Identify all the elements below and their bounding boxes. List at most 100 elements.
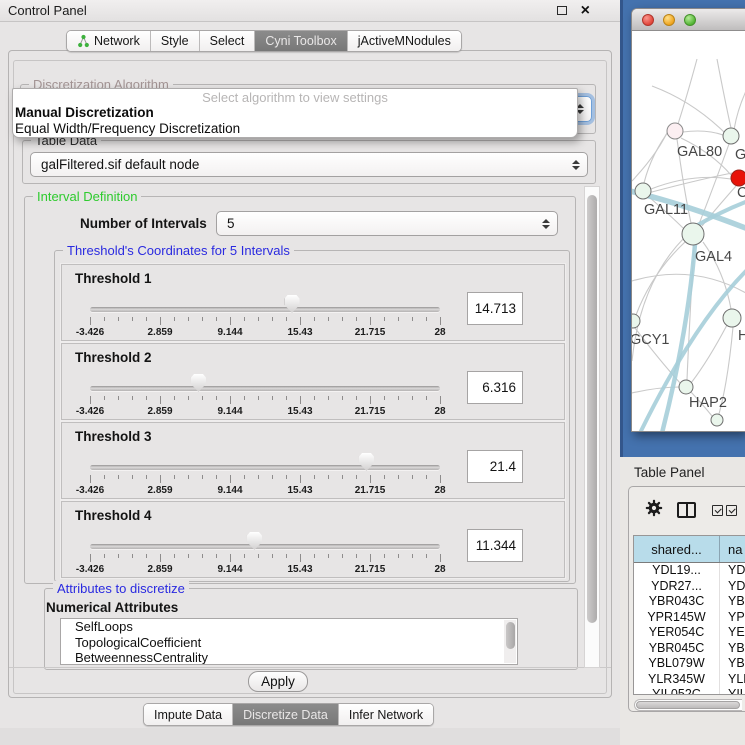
table-row[interactable]: YPR145WYPR1 [634, 610, 745, 626]
slider-track[interactable] [90, 386, 440, 391]
tab-jactivemnodules[interactable]: jActiveMNodules [348, 31, 461, 51]
number-of-intervals-label: Number of Intervals [80, 211, 207, 236]
attribute-item-selfloops[interactable]: SelfLoops [61, 619, 517, 635]
table-row[interactable]: YBL079WYBL0 [634, 656, 745, 672]
scrollbar-thumb[interactable] [587, 195, 597, 623]
tab-infer-network[interactable]: Infer Network [339, 704, 433, 725]
select-columns-icons[interactable] [712, 505, 737, 516]
network-node-green[interactable] [632, 314, 640, 328]
cell-shared-name: YER054C [634, 625, 720, 641]
column-header-shared-name[interactable]: shared... [634, 536, 720, 562]
zoom-traffic-light[interactable] [684, 14, 696, 26]
tab-label: Style [161, 34, 189, 48]
slider-tick-label: 15.43 [287, 564, 312, 575]
table-header: shared... na [634, 536, 745, 563]
tab-discretize-data[interactable]: Discretize Data [233, 704, 339, 725]
control-panel-scrollbar[interactable] [584, 186, 600, 668]
checkbox-icon[interactable] [726, 505, 737, 516]
thresholds-group: Threshold's Coordinates for 5 Intervals … [54, 250, 570, 582]
table-data-combo[interactable]: galFiltered.sif default node [30, 152, 588, 177]
slider-tick [426, 396, 427, 400]
slider-tick-label: 2.859 [147, 327, 172, 338]
table-row[interactable]: YDR27...YDR2 [634, 579, 745, 595]
threshold-value-field[interactable]: 6.316 [467, 371, 523, 404]
minimize-traffic-light[interactable] [663, 14, 675, 26]
cell-name: YER0 [720, 625, 745, 641]
slider-tick [174, 554, 175, 558]
node-label-gcy1: GCY1 [632, 332, 670, 348]
float-window-icon[interactable] [557, 6, 567, 15]
column-header-name[interactable]: na [720, 536, 745, 562]
table-row[interactable]: YBR043CYBR0 [634, 594, 745, 610]
table-row[interactable]: YBR045CYBR0 [634, 641, 745, 657]
table-row[interactable]: YER054CYER0 [634, 625, 745, 641]
slider-tick [160, 317, 161, 325]
network-edge[interactable] [632, 126, 670, 181]
threshold-value-field[interactable]: 21.4 [467, 450, 523, 483]
tab-network[interactable]: Network [67, 31, 151, 51]
slider-tick-label: 2.859 [147, 406, 172, 417]
number-of-intervals-combo[interactable]: 5 [216, 211, 558, 236]
tab-style[interactable]: Style [151, 31, 200, 51]
slider-tick [286, 554, 287, 558]
tab-impute-data[interactable]: Impute Data [144, 704, 233, 725]
slider-track[interactable] [90, 307, 440, 312]
slider-tick [244, 475, 245, 479]
algorithm-option-manual-discretization[interactable]: Manual Discretization [13, 105, 577, 121]
table-row[interactable]: YDL19...YDL1 [634, 563, 745, 579]
checkbox-icon[interactable] [712, 505, 723, 516]
attribute-item-betweennesscentrality[interactable]: BetweennessCentrality [61, 650, 517, 665]
slider-tick-label: 9.144 [217, 564, 242, 575]
numerical-attributes-list[interactable]: SelfLoopsTopologicalCoefficientBetweenne… [60, 618, 518, 665]
table-panel-body: shared... na YDL19...YDL1YDR27...YDR2YBR… [628, 486, 745, 712]
network-node-green[interactable] [679, 380, 693, 394]
slider-tick [188, 317, 189, 321]
network-node-red[interactable] [731, 170, 745, 186]
slider-tick [132, 396, 133, 400]
table-row[interactable]: YLR345WYLR3 [634, 672, 745, 688]
scrollbar-thumb[interactable] [636, 701, 740, 709]
slider-tick [146, 317, 147, 321]
network-edge[interactable] [678, 59, 697, 124]
network-edge[interactable] [651, 177, 731, 189]
slider-tick [412, 554, 413, 558]
network-node-green[interactable] [711, 414, 723, 426]
attributes-scrollbar[interactable] [504, 620, 516, 663]
slider-tick [440, 475, 441, 483]
threshold-value-field[interactable]: 11.344 [467, 529, 523, 562]
slider-tick [216, 317, 217, 321]
algorithm-option-equal-width-frequency-discretization[interactable]: Equal Width/Frequency Discretization [13, 121, 577, 137]
slider-tick [230, 396, 231, 404]
table-row[interactable]: YIL052CYIL0 [634, 687, 745, 695]
slider-tick [412, 396, 413, 400]
network-node-green[interactable] [682, 223, 704, 245]
tab-cyni-toolbox[interactable]: Cyni Toolbox [255, 31, 347, 51]
table-horizontal-scrollbar[interactable] [634, 699, 742, 711]
network-node-green[interactable] [635, 183, 651, 199]
table-rows: YDL19...YDL1YDR27...YDR2YBR043CYBR0YPR14… [634, 563, 745, 695]
gear-icon[interactable] [645, 499, 663, 522]
tab-select[interactable]: Select [200, 31, 256, 51]
split-columns-icon[interactable] [677, 502, 696, 518]
slider-tick [342, 396, 343, 400]
threshold-value-field[interactable]: 14.713 [467, 292, 523, 325]
network-node-pink[interactable] [667, 123, 683, 139]
network-node-green[interactable] [723, 309, 741, 327]
network-edge[interactable] [717, 59, 731, 128]
close-traffic-light[interactable] [642, 14, 654, 26]
network-edge[interactable] [683, 131, 723, 135]
slider-track[interactable] [90, 465, 440, 470]
node-label-ga: GA [735, 147, 745, 163]
slider-track[interactable] [90, 544, 440, 549]
cell-shared-name: YBR043C [634, 594, 720, 610]
close-icon[interactable]: × [581, 1, 590, 21]
network-edge[interactable] [734, 91, 745, 130]
network-graph[interactable]: GAL80GACGAL11GAL4GCY1HAHAP2 [632, 31, 745, 431]
attribute-item-topologicalcoefficient[interactable]: TopologicalCoefficient [61, 635, 517, 651]
slider-tick-label: 28 [434, 327, 445, 338]
network-node-green[interactable] [723, 128, 739, 144]
up-down-arrows-icon [542, 219, 550, 229]
apply-button[interactable]: Apply [248, 671, 308, 692]
network-canvas[interactable]: GAL80GACGAL11GAL4GCY1HAHAP2 [632, 31, 745, 431]
scrollbar-thumb[interactable] [506, 622, 515, 649]
